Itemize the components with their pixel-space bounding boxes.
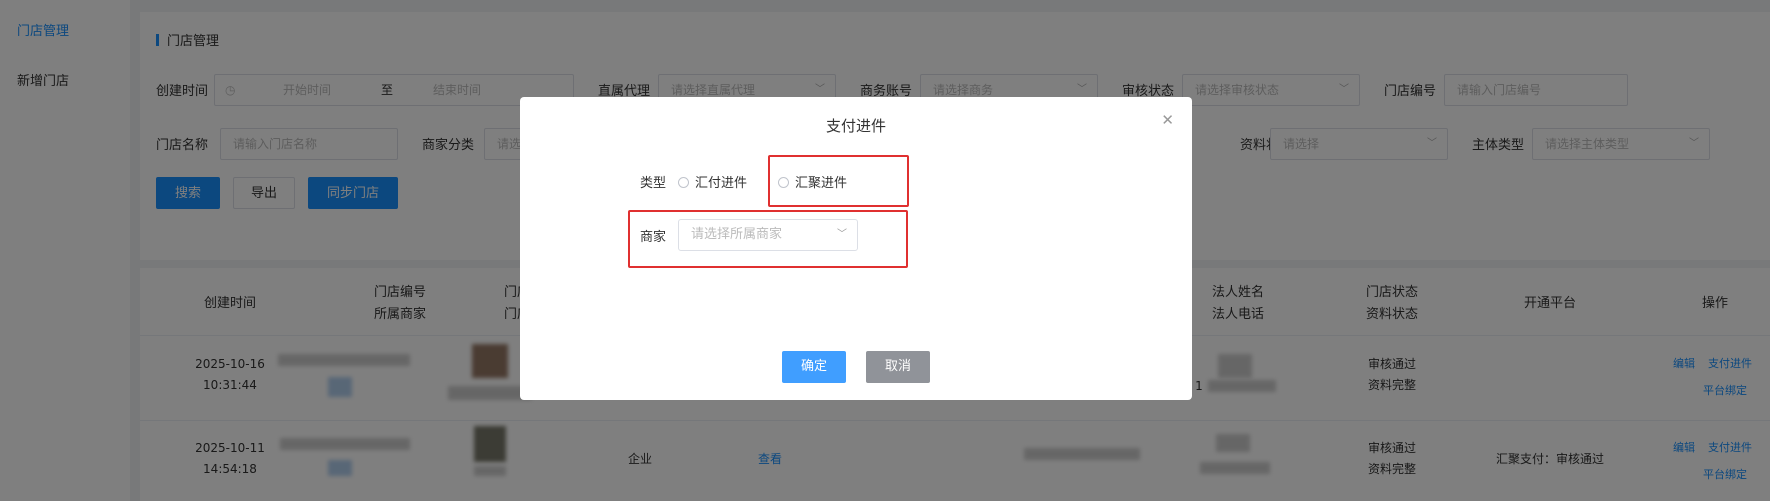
annotation-highlight-box bbox=[768, 155, 909, 207]
radio-label: 汇付进件 bbox=[695, 176, 748, 191]
confirm-button[interactable]: 确定 bbox=[782, 351, 846, 383]
radio-huifu-onboarding[interactable]: 汇付进件 bbox=[678, 172, 747, 191]
type-label: 类型 bbox=[640, 176, 667, 191]
annotation-highlight-box bbox=[628, 210, 908, 268]
cancel-button[interactable]: 取消 bbox=[866, 351, 930, 383]
dialog-title: 支付进件 bbox=[825, 117, 886, 135]
radio-circle-icon bbox=[678, 177, 689, 188]
close-icon[interactable]: ✕ bbox=[1161, 111, 1174, 129]
payment-onboarding-dialog: 支付进件 ✕ 类型 汇付进件 汇聚进件 商家 请选择所属商家 ﹀ 确定 取消 bbox=[520, 97, 1192, 400]
